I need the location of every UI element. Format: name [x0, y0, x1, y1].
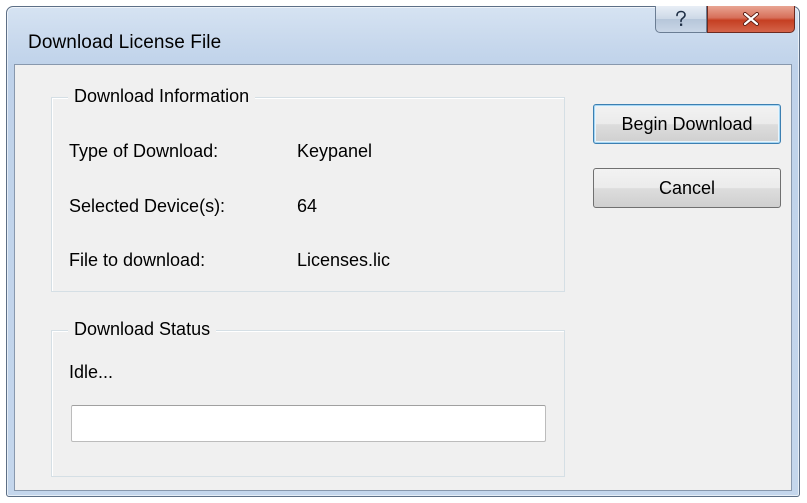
dialog-client-area: Download Information Type of Download: K…: [14, 64, 792, 491]
cancel-button[interactable]: Cancel: [593, 168, 781, 208]
begin-download-button[interactable]: Begin Download: [593, 104, 781, 144]
download-status-legend: Download Status: [68, 319, 217, 340]
dialog-window: Download License File Download Informati…: [6, 6, 800, 497]
type-of-download-label: Type of Download:: [69, 141, 219, 161]
download-information-group: Download Information Type of Download: K…: [51, 86, 565, 292]
download-progress-bar: [71, 405, 546, 442]
selected-devices-value: 64: [297, 196, 318, 216]
help-button[interactable]: [655, 6, 707, 33]
window-title: Download License File: [28, 32, 222, 53]
close-x-icon: [743, 12, 759, 26]
file-to-download-label: File to download:: [69, 250, 206, 270]
selected-devices-label: Selected Device(s):: [69, 196, 226, 216]
download-status-group: Download Status Idle...: [51, 319, 565, 477]
help-question-icon: [676, 10, 686, 26]
type-of-download-value: Keypanel: [297, 141, 373, 161]
download-information-legend: Download Information: [68, 86, 256, 107]
status-text: Idle...: [69, 362, 114, 382]
file-to-download-value: Licenses.lic: [297, 250, 391, 270]
close-button[interactable]: [707, 6, 795, 33]
